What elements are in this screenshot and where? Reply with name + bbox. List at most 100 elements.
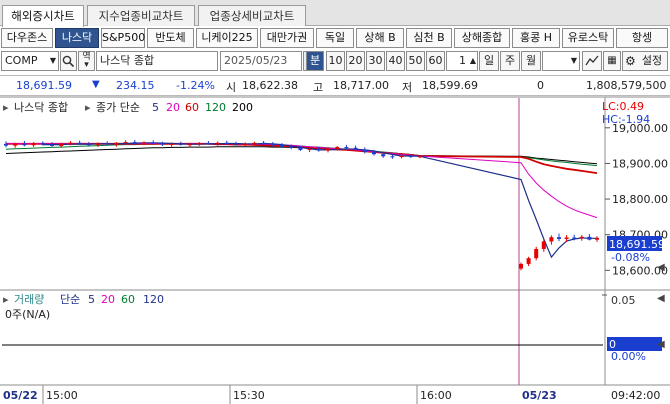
volume-value: 0 [537, 79, 544, 92]
lc-label: LC:0.49 [602, 100, 644, 113]
period-60-button[interactable]: 60 [426, 51, 445, 71]
down-arrow-icon: ▼ [92, 79, 100, 90]
candle-body [381, 154, 386, 157]
draw-tool-icon[interactable] [582, 51, 602, 71]
scroll-arrow-icon[interactable]: ◀ [657, 262, 665, 273]
last-price-pct: -0.08% [611, 251, 650, 264]
price-chart[interactable]: 19,000.0018,900.0018,800.0018,700.0018,6… [0, 96, 670, 404]
candle-body [353, 147, 358, 150]
history-icon[interactable]: 역 ▾ [78, 51, 95, 71]
candle-body [96, 143, 100, 145]
candle-body [188, 144, 192, 146]
candle-body [4, 143, 8, 146]
candle-body [252, 142, 257, 144]
settings-label: 설정 [641, 54, 663, 67]
symbol-select[interactable]: COMP ▼ [1, 51, 59, 71]
candle-body [408, 155, 413, 157]
cat-eurostoxx[interactable]: 유로스탁 [562, 28, 614, 48]
volume-y-top: 0.05 [611, 294, 636, 307]
candle-body [234, 143, 238, 145]
candle-body [132, 142, 137, 144]
volume-panel-title: 거래량 [14, 293, 44, 306]
candle-body [178, 143, 183, 145]
cat-hangseng[interactable]: 항셍 [616, 28, 668, 48]
cat-germany[interactable]: 독일 [316, 28, 354, 48]
search-icon[interactable] [60, 51, 77, 71]
x-label-1530: 15:30 [233, 389, 265, 402]
candle-body [86, 144, 91, 146]
spin-icon[interactable]: ▲ [470, 52, 476, 70]
scroll-arrow-icon[interactable]: ◀ [657, 339, 665, 350]
hc-label: HC:-1.94 [602, 113, 650, 126]
cat-shanghai-b[interactable]: 상해 B [356, 28, 404, 48]
candle-body [549, 237, 554, 242]
candle-body [22, 143, 27, 146]
candle-body [587, 236, 592, 240]
cat-sp500[interactable]: S&P500 [101, 28, 145, 48]
candle-body [564, 237, 569, 239]
candle-body [335, 147, 340, 150]
grid-icon[interactable]: ▦ [603, 51, 621, 71]
high-price: 18,717.00 [333, 79, 389, 92]
period-50-button[interactable]: 50 [406, 51, 425, 71]
last-price-label: 18,691.59 [609, 238, 665, 251]
interval-select[interactable]: ▼ [542, 51, 580, 71]
period-day-button[interactable]: 일 [479, 51, 499, 71]
low-label: 저 [402, 81, 413, 94]
period-10-button[interactable]: 10 [326, 51, 345, 71]
index-name-field: 나스닥 종합 [96, 51, 218, 71]
candle-body [31, 143, 36, 146]
candle-body [50, 144, 54, 146]
period-month-button[interactable]: 월 [521, 51, 541, 71]
chevron-down-icon: ▼ [49, 56, 56, 65]
vol-ma5-legend: 5 [88, 293, 95, 306]
svg-text:▸: ▸ [85, 101, 91, 114]
svg-text:▸: ▸ [3, 101, 9, 114]
current-price: 18,691.59 [16, 79, 72, 92]
period-30-button[interactable]: 30 [366, 51, 385, 71]
candle-body [289, 146, 294, 148]
ma5-legend: 5 [152, 101, 159, 114]
candle-body [326, 149, 330, 151]
tab-sector-detail-chart[interactable]: 업종상세비교차트 [198, 5, 306, 26]
period-40-button[interactable]: 40 [386, 51, 405, 71]
period-20-button[interactable]: 20 [346, 51, 365, 71]
candle-body [224, 142, 229, 144]
tab-overseas-chart[interactable]: 해외증시차트 [2, 5, 84, 27]
symbol-value: COMP [5, 54, 38, 67]
cat-nikkei[interactable]: 니케이225 [196, 28, 258, 48]
candle-body [534, 248, 539, 259]
count-value: 1 [459, 54, 466, 67]
volume-status: 0주(N/A) [5, 308, 50, 321]
tab-index-compare-chart[interactable]: 지수업종비교차트 [87, 5, 195, 26]
cat-semiconductor[interactable]: 반도체 [147, 28, 194, 48]
period-minute-button[interactable]: 분 [306, 51, 324, 71]
cat-dow[interactable]: 다우존스 [1, 28, 53, 48]
chevron-down-icon: ▼ [570, 56, 577, 65]
cat-shenzhen-b[interactable]: 심천 B [406, 28, 452, 48]
count-input[interactable]: 1 ▲ [446, 51, 478, 71]
cat-nasdaq[interactable]: 나스닥 [55, 28, 99, 48]
cat-taiwan[interactable]: 대만가권 [260, 28, 314, 48]
candle-body [197, 143, 202, 145]
cat-shanghai-composite[interactable]: 상해종합 [454, 28, 510, 48]
candle-body [13, 143, 18, 146]
current-time: 09:42:00 [611, 389, 660, 402]
candle-body [68, 142, 73, 144]
candle-body [399, 155, 404, 158]
cat-hongkong-h[interactable]: 홍콩 H [512, 28, 560, 48]
candle-body [114, 142, 119, 145]
gear-icon: ⚙ [625, 54, 636, 68]
settings-button[interactable]: ⚙ 설정 [622, 51, 668, 71]
ma200-legend: 200 [232, 101, 253, 114]
candle-body [595, 237, 599, 240]
x-label-date-1: 05/22 [3, 389, 38, 402]
date-field[interactable]: 2025/05/23 [220, 51, 302, 71]
scroll-arrow-icon[interactable]: ◀ [657, 293, 665, 304]
candle-body [280, 144, 284, 147]
candle-body [572, 237, 577, 239]
quote-info-bar: 18,691.59 ▼ 234.15 -1.24% 시 18,622.38 고 … [0, 75, 670, 96]
vol-ma20-legend: 20 [101, 293, 115, 306]
period-week-button[interactable]: 주 [500, 51, 520, 71]
candle-body [519, 263, 523, 269]
